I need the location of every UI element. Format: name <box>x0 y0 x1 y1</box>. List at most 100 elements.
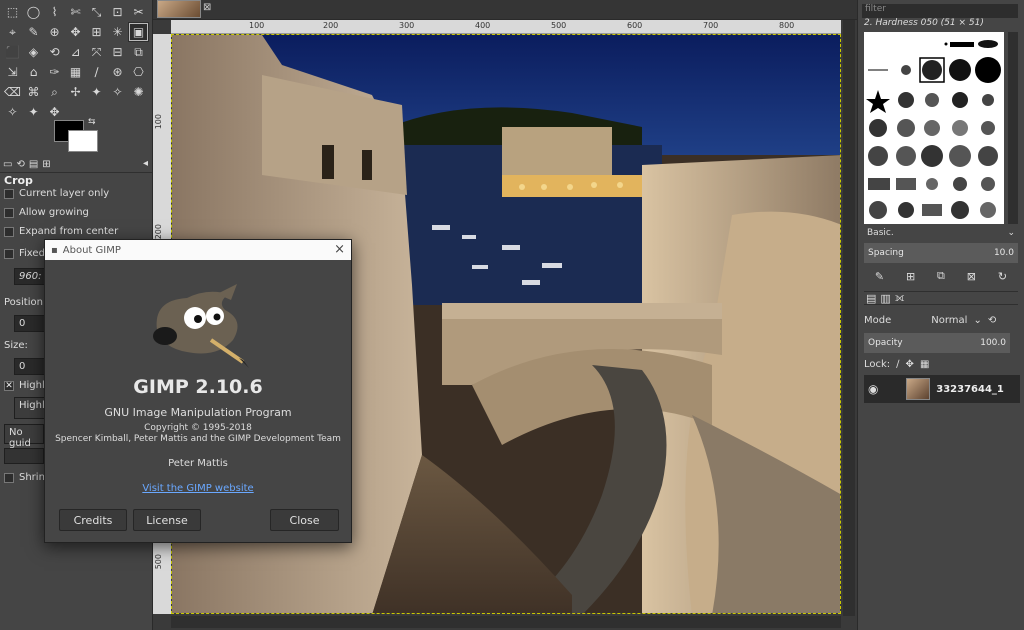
fixed-option[interactable]: Fixed <box>4 248 45 259</box>
guides-dropdown[interactable]: No guid <box>4 424 44 449</box>
opacity-slider[interactable]: Opacity 100.0 <box>864 333 1010 353</box>
bucket-fill-icon[interactable]: ▦ <box>65 62 86 82</box>
brush-preset-dropdown[interactable]: Basic. ⌄ <box>864 226 1018 240</box>
color-picker-icon[interactable]: ✎ <box>23 22 44 42</box>
warp-transform-icon[interactable]: ⇲ <box>2 62 23 82</box>
ellipse-select-icon[interactable]: ◯ <box>23 2 44 22</box>
eye-icon[interactable]: ◉ <box>868 382 878 396</box>
lock-pixels-icon[interactable]: ∕ <box>896 359 899 370</box>
background-color-swatch[interactable] <box>68 130 98 152</box>
channels-tab-icon[interactable]: ▥ <box>880 292 890 305</box>
rect-select-icon[interactable]: ⬚ <box>2 2 23 22</box>
about-dialog-titlebar[interactable]: ▪ About GIMP <box>45 240 351 260</box>
scale-icon[interactable]: ⟲ <box>44 42 65 62</box>
allow-growing-checkbox[interactable] <box>4 207 14 218</box>
edit-brush-icon[interactable]: ✎ <box>875 270 884 283</box>
canvas-vertical-scrollbar[interactable] <box>843 20 855 616</box>
highlight-opacity-dropdown[interactable]: Highli <box>14 397 48 419</box>
undo-history-tab-icon[interactable]: ▤ <box>29 159 38 170</box>
gradient-icon[interactable]: ∕ <box>86 62 107 82</box>
paths-tab-icon[interactable]: ⟗ <box>895 291 905 305</box>
credits-button[interactable]: Credits <box>59 509 127 531</box>
brush-grid-scrollbar[interactable] <box>1008 32 1018 224</box>
current-layer-only-checkbox[interactable] <box>4 188 14 199</box>
position-x-field[interactable]: 0 <box>14 315 46 332</box>
fixed-checkbox[interactable] <box>4 248 14 259</box>
perspective-clone-icon[interactable]: ✺ <box>128 82 149 102</box>
image-tab-close-icon[interactable]: ⊠ <box>203 2 211 13</box>
shear-icon[interactable]: ⊿ <box>65 42 86 62</box>
flip-icon[interactable]: ⤧ <box>86 42 107 62</box>
delete-brush-icon[interactable]: ⊠ <box>967 270 976 283</box>
smudge-icon[interactable]: ✦ <box>23 102 44 122</box>
paintbrush-icon[interactable]: ⊛ <box>107 62 128 82</box>
expand-from-center-checkbox[interactable] <box>4 226 14 237</box>
current-layer-only-option[interactable]: Current layer only <box>4 188 109 199</box>
close-icon[interactable]: × <box>334 242 345 257</box>
brush-filter-input[interactable]: filter <box>862 4 1018 18</box>
heal-icon[interactable]: ✧ <box>107 82 128 102</box>
dodge-burn-icon[interactable]: ✥ <box>44 102 65 122</box>
shrink-merged-checkbox[interactable] <box>4 472 14 483</box>
image-tab-thumbnail[interactable] <box>157 0 201 18</box>
lock-alpha-icon[interactable]: ▦ <box>920 359 929 370</box>
unified-transform-icon[interactable]: ⬛ <box>2 42 23 62</box>
zoom-icon[interactable]: ⊕ <box>44 22 65 42</box>
layers-tab-icon[interactable]: ▤ <box>866 292 876 305</box>
brush-grid[interactable] <box>864 32 1004 224</box>
layers-tab-strip: ▤ ▥ ⟗ <box>864 291 1018 305</box>
allow-growing-option[interactable]: Allow growing <box>4 207 89 218</box>
configure-tab-icon[interactable]: ◂ <box>143 158 148 169</box>
mypaint-brush-icon[interactable]: ⌕ <box>44 82 65 102</box>
refresh-brushes-icon[interactable]: ↻ <box>998 270 1007 283</box>
clone-icon[interactable]: ✦ <box>86 82 107 102</box>
fuzzy-select-icon[interactable]: ⤡ <box>86 2 107 22</box>
ruler-mark: 300 <box>399 21 415 30</box>
expand-from-center-option[interactable]: Expand from center <box>4 226 118 237</box>
text-icon[interactable]: ✑ <box>44 62 65 82</box>
mode-dropdown[interactable]: Normal <box>931 315 967 326</box>
tool-options-tabs: ▭ ⟲ ▤ ⊞ <box>0 157 152 173</box>
mode-reset-icon[interactable]: ⟲ <box>988 315 996 326</box>
align-icon[interactable]: ✳ <box>107 22 128 42</box>
duplicate-brush-icon[interactable]: ⧉ <box>937 269 945 283</box>
layer-item[interactable]: ◉ 33237644_1 <box>864 375 1020 403</box>
fixed-ratio-field[interactable]: 960: <box>14 268 46 285</box>
eraser-icon[interactable]: ✢ <box>65 82 86 102</box>
spacing-slider[interactable]: Spacing 10.0 <box>864 243 1018 263</box>
blur-icon[interactable]: ✧ <box>2 102 23 122</box>
fixed-label: Fixed <box>19 248 45 259</box>
crop-icon[interactable]: ▣ <box>128 22 149 42</box>
pencil-icon[interactable]: ⎔ <box>128 62 149 82</box>
size-width-field[interactable]: 0 <box>14 358 46 375</box>
rotate-icon[interactable]: ◈ <box>23 42 44 62</box>
foreground-select-icon[interactable]: ✂ <box>128 2 149 22</box>
airbrush-icon[interactable]: ⌫ <box>2 82 23 102</box>
free-select-icon[interactable]: ⌇ <box>44 2 65 22</box>
paths-icon[interactable]: ⌖ <box>2 22 23 42</box>
ink-icon[interactable]: ⌘ <box>23 82 44 102</box>
handle-transform-icon[interactable]: ⌂ <box>23 62 44 82</box>
move-icon[interactable]: ⊞ <box>86 22 107 42</box>
new-brush-icon[interactable]: ⊞ <box>906 270 915 283</box>
close-button[interactable]: Close <box>270 509 339 531</box>
highlight-option[interactable]: ✕ Highli <box>4 380 48 391</box>
tool-options-title: Crop <box>4 174 33 187</box>
swap-colors-icon[interactable]: ⇆ <box>88 117 96 127</box>
scissors-select-icon[interactable]: ✄ <box>65 2 86 22</box>
about-featured-author: Peter Mattis <box>168 458 228 469</box>
visit-website-link[interactable]: Visit the GIMP website <box>142 483 253 494</box>
guides-extra-field[interactable] <box>4 448 44 464</box>
license-button[interactable]: License <box>133 509 201 531</box>
measure-icon[interactable]: ✥ <box>65 22 86 42</box>
images-tab-icon[interactable]: ⊞ <box>42 159 50 170</box>
canvas-horizontal-scrollbar[interactable] <box>171 616 841 628</box>
perspective-icon[interactable]: ⊟ <box>107 42 128 62</box>
tool-options-tab-icon[interactable]: ▭ <box>3 159 12 170</box>
device-status-tab-icon[interactable]: ⟲ <box>16 159 24 170</box>
highlight-checkbox[interactable]: ✕ <box>4 380 14 391</box>
by-color-select-icon[interactable]: ⊡ <box>107 2 128 22</box>
ruler-mark: 100 <box>154 114 163 130</box>
cage-transform-icon[interactable]: ⧉ <box>128 42 149 62</box>
lock-position-icon[interactable]: ✥ <box>906 359 914 370</box>
